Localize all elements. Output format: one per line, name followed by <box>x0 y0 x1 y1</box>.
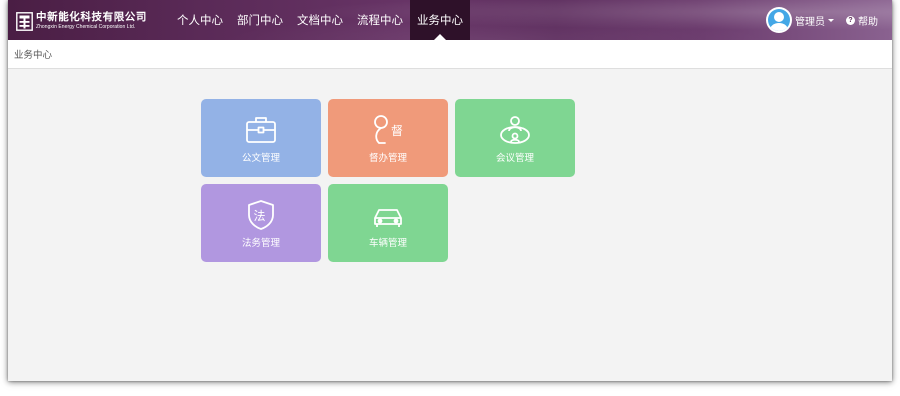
breadcrumb-bar: 业务中心 <box>8 40 892 69</box>
supervise-glyph: 督 <box>391 123 403 138</box>
tile-legal-management[interactable]: 法 法务管理 <box>201 184 321 262</box>
tile-label: 督办管理 <box>368 153 407 164</box>
breadcrumb: 业务中心 <box>14 50 53 61</box>
tile-label: 法务管理 <box>241 238 280 249</box>
help-label: 帮助 <box>858 17 878 28</box>
chevron-down-icon <box>828 18 834 22</box>
briefcase-icon <box>246 117 276 143</box>
main-nav: 个人中心 部门中心 文档中心 流程中心 业务中心 <box>170 0 470 40</box>
user-menu[interactable]: 管理员 <box>766 7 834 33</box>
company-name: 中新能化科技有限公司 <box>36 11 147 24</box>
nav-document-center[interactable]: 文档中心 <box>290 0 350 40</box>
tile-vehicle-management[interactable]: 车辆管理 <box>328 184 448 262</box>
legal-glyph: 法 <box>254 209 266 223</box>
app-window: 中新能化科技有限公司 Zhongxin Energy Chemical Corp… <box>8 0 892 381</box>
user-avatar-icon <box>768 9 790 31</box>
tile-document-management[interactable]: 公文管理 <box>201 99 321 177</box>
car-icon <box>374 209 402 227</box>
nav-personal-center[interactable]: 个人中心 <box>170 0 230 40</box>
supervise-icon: 督 <box>374 115 403 144</box>
legal-shield-icon: 法 <box>248 200 274 230</box>
tile-label: 会议管理 <box>495 153 534 164</box>
tile-label: 车辆管理 <box>368 238 407 249</box>
nav-business-center[interactable]: 业务中心 <box>410 0 470 40</box>
tile-supervision-management[interactable]: 督 督办管理 <box>328 99 448 177</box>
help-link[interactable]: ? 帮助 <box>846 13 878 28</box>
nav-department-center[interactable]: 部门中心 <box>230 0 290 40</box>
company-name-en: Zhongxin Energy Chemical Corporation Ltd… <box>36 23 136 30</box>
tile-label: 公文管理 <box>241 153 280 164</box>
avatar <box>766 7 792 33</box>
company-logo[interactable]: 中新能化科技有限公司 Zhongxin Energy Chemical Corp… <box>16 10 147 32</box>
logo-mark-icon <box>16 11 33 31</box>
nav-process-center[interactable]: 流程中心 <box>350 0 410 40</box>
help-icon: ? <box>846 16 855 25</box>
tile-meeting-management[interactable]: 会议管理 <box>455 99 575 177</box>
top-navbar: 中新能化科技有限公司 Zhongxin Energy Chemical Corp… <box>8 0 892 40</box>
meeting-icon <box>500 116 530 144</box>
user-name: 管理员 <box>795 16 825 28</box>
